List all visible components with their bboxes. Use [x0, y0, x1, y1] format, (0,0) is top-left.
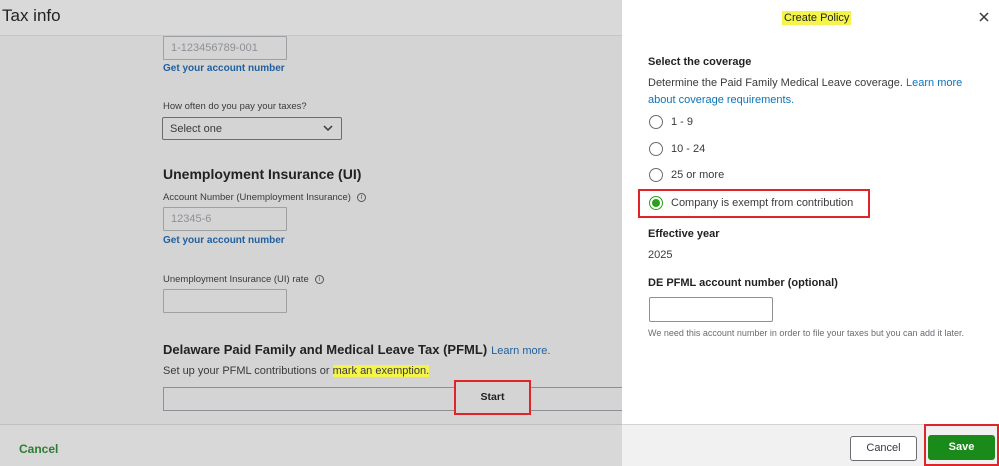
pfml-account-input[interactable]: [649, 297, 773, 322]
radio-button[interactable]: [649, 168, 663, 182]
ui-get-account-number-link[interactable]: Get your account number: [163, 235, 285, 246]
pfml-section-title: Delaware Paid Family and Medical Leave T…: [163, 342, 550, 357]
coverage-option-1-9[interactable]: 1 - 9: [649, 114, 693, 130]
page-cancel-button[interactable]: Cancel: [19, 442, 58, 456]
cancel-button[interactable]: Cancel: [850, 436, 917, 461]
chevron-down-icon: [323, 125, 333, 132]
frequency-select[interactable]: Select one: [162, 117, 342, 140]
coverage-desc-text: Determine the Paid Family Medical Leave …: [648, 77, 907, 89]
pfml-account-note: We need this account number in order to …: [648, 328, 965, 338]
start-button[interactable]: Start: [454, 380, 531, 415]
ui-section-title: Unemployment Insurance (UI): [163, 166, 362, 182]
frequency-select-value: Select one: [170, 123, 222, 135]
page-footer: Cancel: [0, 424, 622, 466]
close-icon[interactable]: [978, 11, 990, 23]
radio-label: 10 - 24: [671, 143, 706, 155]
radio-label: 25 or more: [671, 169, 725, 181]
page-title: Tax info: [2, 6, 61, 25]
pfml-description: Set up your PFML contributions or mark a…: [163, 365, 430, 377]
coverage-option-10-24[interactable]: 10 - 24: [649, 141, 705, 157]
radio-label: Company is exempt from contribution: [671, 197, 854, 209]
coverage-option-exempt[interactable]: Company is exempt from contribution: [649, 195, 853, 211]
tax-info-page: Tax info 1-123456789-001 Get your accoun…: [0, 0, 622, 466]
create-policy-panel: Create Policy Select the coverage Determ…: [622, 0, 999, 466]
ui-account-label-text: Account Number (Unemployment Insurance): [163, 192, 351, 203]
pfml-start-bar: [163, 387, 622, 411]
pfml-title-text: Delaware Paid Family and Medical Leave T…: [163, 342, 488, 357]
ui-account-field[interactable]: 12345-6: [163, 207, 287, 231]
pfml-learn-more-link[interactable]: Learn more.: [491, 345, 550, 357]
panel-title: Create Policy: [782, 11, 852, 25]
state-account-field[interactable]: 1-123456789-001: [163, 36, 287, 60]
pfml-account-heading: DE PFML account number (optional): [648, 277, 838, 289]
ui-rate-field[interactable]: [163, 289, 287, 313]
pfml-desc-text: Set up your PFML contributions or: [163, 365, 333, 377]
coverage-option-25-plus[interactable]: 25 or more: [649, 167, 724, 183]
ui-rate-label: Unemployment Insurance (UI) rate i: [163, 274, 324, 285]
info-icon[interactable]: i: [314, 274, 324, 284]
radio-button-checked[interactable]: [649, 196, 663, 210]
ui-account-label: Account Number (Unemployment Insurance) i: [163, 192, 366, 203]
coverage-description: Determine the Paid Family Medical Leave …: [648, 75, 978, 109]
get-account-number-link[interactable]: Get your account number: [163, 63, 285, 74]
radio-button[interactable]: [649, 142, 663, 156]
mark-exemption-link[interactable]: mark an exemption.: [332, 365, 430, 377]
radio-label: 1 - 9: [671, 116, 694, 128]
save-button[interactable]: Save: [928, 435, 995, 460]
ui-rate-label-text: Unemployment Insurance (UI) rate: [163, 274, 309, 285]
radio-button[interactable]: [649, 115, 663, 129]
info-icon[interactable]: i: [356, 192, 366, 202]
page-header: Tax info: [0, 0, 622, 36]
frequency-label: How often do you pay your taxes?: [163, 101, 307, 112]
effective-year-value: 2025: [648, 249, 673, 261]
coverage-heading: Select the coverage: [648, 56, 752, 68]
effective-year-heading: Effective year: [648, 228, 720, 240]
